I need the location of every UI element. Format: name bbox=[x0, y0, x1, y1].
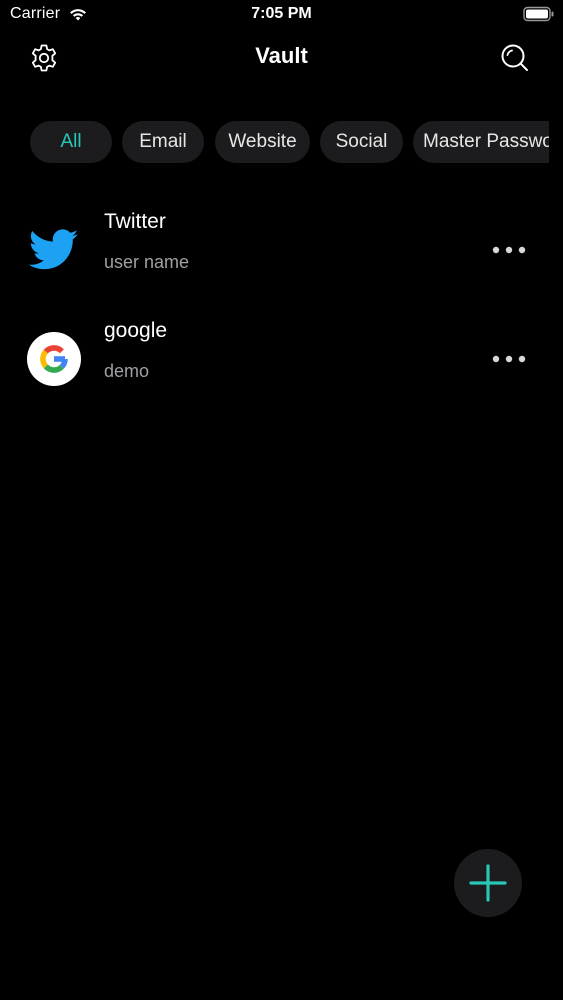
add-account-button[interactable] bbox=[454, 849, 522, 917]
more-options-button[interactable] bbox=[489, 339, 529, 379]
nav-bar: Vault bbox=[0, 30, 563, 86]
twitter-logo-icon bbox=[26, 222, 82, 278]
account-username: demo bbox=[104, 361, 150, 381]
battery-icon bbox=[523, 6, 554, 22]
plus-icon bbox=[469, 864, 507, 902]
status-bar: Carrier 7:05 PM bbox=[0, 0, 563, 30]
status-time: 7:05 PM bbox=[251, 5, 312, 22]
account-name: google bbox=[104, 319, 168, 342]
search-button[interactable] bbox=[497, 40, 533, 76]
chip-website[interactable]: Website bbox=[215, 121, 310, 163]
account-username: user name bbox=[104, 252, 190, 272]
account-row-twitter[interactable]: Twitter user name bbox=[0, 200, 563, 300]
search-icon bbox=[501, 44, 528, 71]
account-name: Twitter bbox=[104, 210, 166, 233]
more-options-button[interactable] bbox=[489, 230, 529, 270]
more-icon bbox=[492, 246, 526, 254]
google-logo-icon bbox=[26, 331, 82, 387]
chip-all[interactable]: All bbox=[30, 121, 112, 163]
account-row-google[interactable]: google demo bbox=[0, 309, 563, 409]
chip-master-password[interactable]: Master Password bbox=[413, 121, 549, 163]
page-title: Vault bbox=[255, 43, 308, 68]
filter-chips: All Email Website Social Master Password bbox=[30, 121, 549, 163]
chip-email[interactable]: Email bbox=[122, 121, 204, 163]
chip-social[interactable]: Social bbox=[320, 121, 403, 163]
more-icon bbox=[492, 355, 526, 363]
